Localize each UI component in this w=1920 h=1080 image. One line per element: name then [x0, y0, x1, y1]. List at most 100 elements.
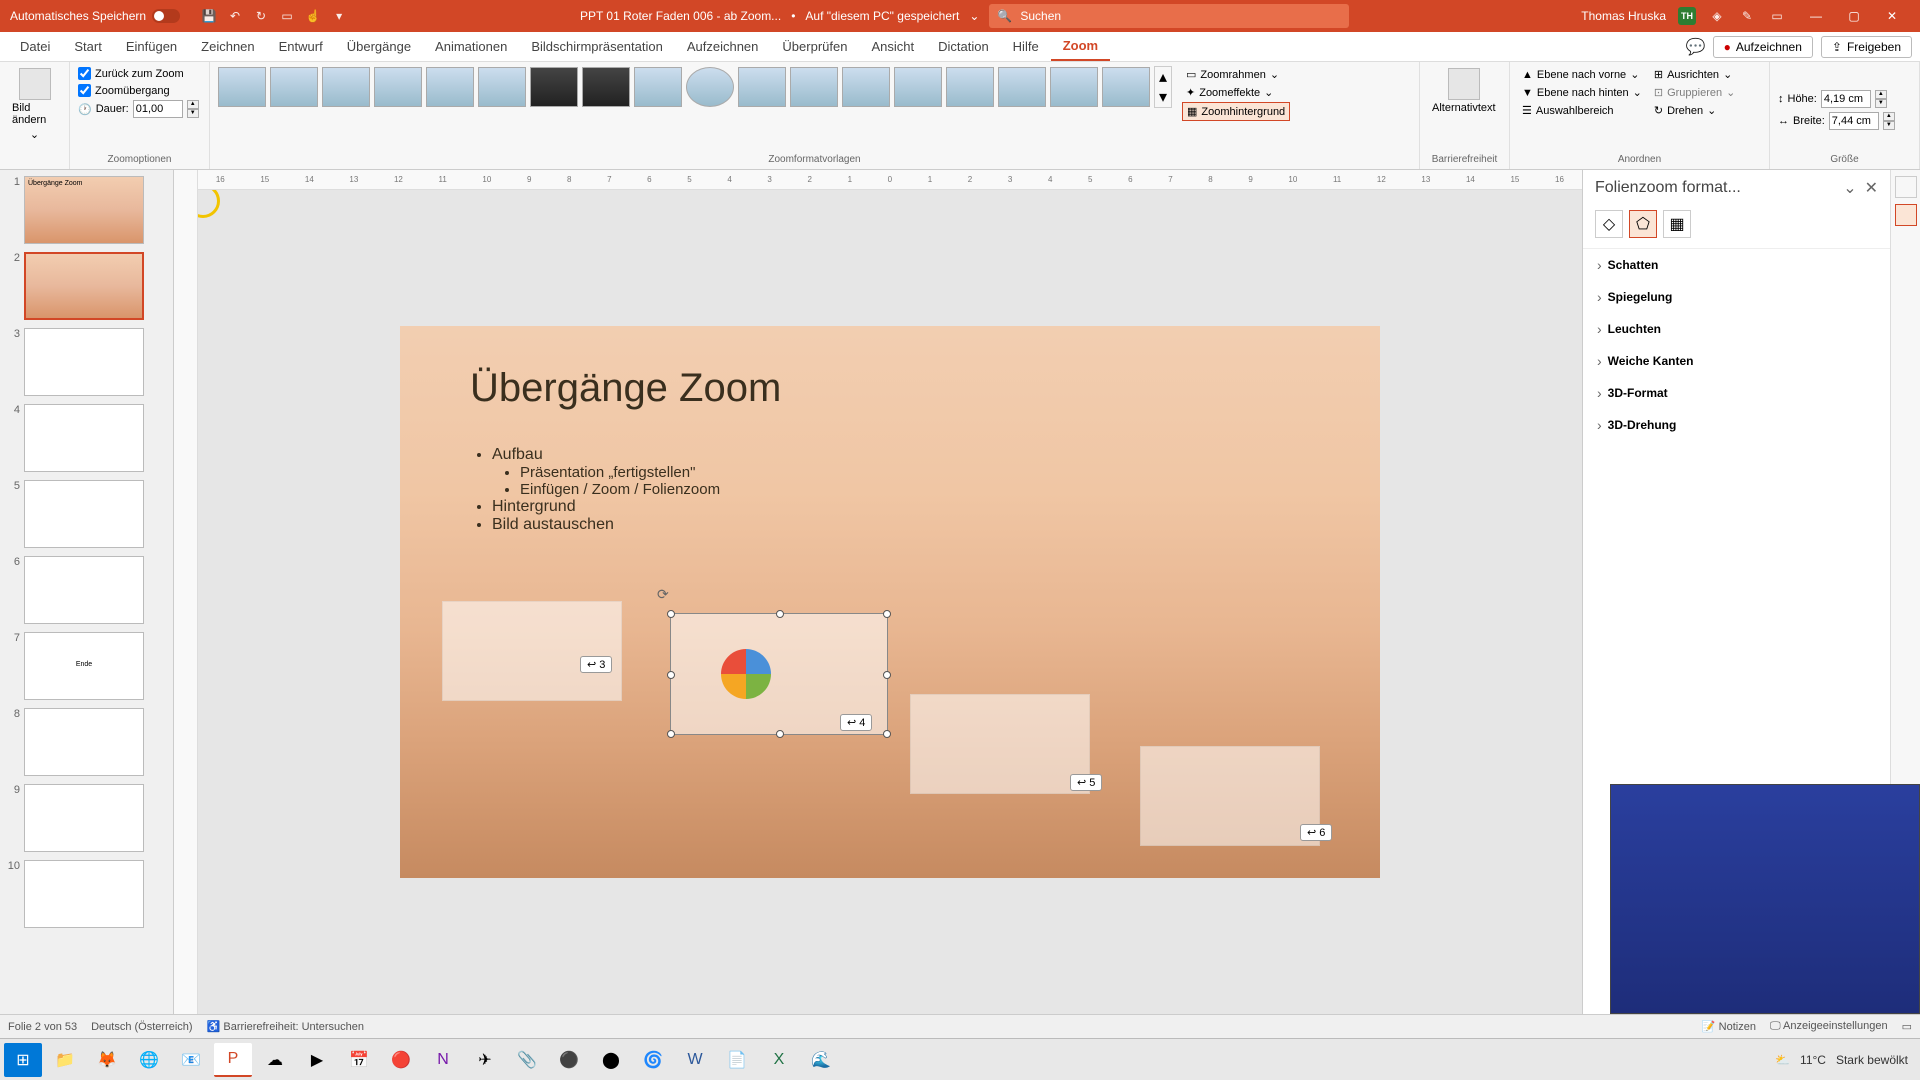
undo-icon[interactable]: ↶ — [226, 7, 244, 25]
status-slide-info[interactable]: Folie 2 von 53 — [8, 1021, 77, 1033]
tab-hilfe[interactable]: Hilfe — [1001, 32, 1051, 61]
selection-handle[interactable] — [883, 730, 891, 738]
height-up[interactable]: ▲ — [1875, 90, 1887, 99]
close-button[interactable]: ✕ — [1874, 2, 1910, 30]
return-to-zoom-checkbox[interactable]: Zurück zum Zoom — [78, 66, 184, 81]
user-avatar[interactable]: TH — [1678, 7, 1696, 25]
style-preset-2[interactable] — [270, 67, 318, 107]
coming-soon-icon[interactable]: ✎ — [1738, 7, 1756, 25]
height-input[interactable] — [1821, 90, 1871, 108]
width-down[interactable]: ▼ — [1883, 121, 1895, 130]
style-preset-13[interactable] — [842, 67, 890, 107]
pane-section-glow[interactable]: Leuchten — [1583, 313, 1890, 345]
pane-tab-fill[interactable]: ◇ — [1595, 210, 1623, 238]
comments-icon[interactable]: 💬 — [1687, 38, 1705, 56]
width-input[interactable] — [1829, 112, 1879, 130]
taskbar-app-4[interactable]: 📎 — [508, 1043, 546, 1077]
style-preset-10[interactable] — [686, 67, 734, 107]
selection-handle[interactable] — [883, 610, 891, 618]
pane-dropdown-icon[interactable]: ⌄ — [1843, 178, 1856, 198]
qat-more-icon[interactable]: ▾ — [330, 7, 348, 25]
tab-zoom[interactable]: Zoom — [1051, 32, 1110, 61]
thumb-2[interactable] — [24, 252, 144, 320]
thumb-8[interactable] — [24, 708, 144, 776]
taskbar-app-1[interactable]: ☁ — [256, 1043, 294, 1077]
taskbar-telegram[interactable]: ✈ — [466, 1043, 504, 1077]
pane-tab-size[interactable]: ▦ — [1663, 210, 1691, 238]
taskbar-powerpoint[interactable]: P — [214, 1043, 252, 1077]
rotation-handle-icon[interactable]: ⟳ — [657, 586, 669, 603]
zoom-slide-6[interactable] — [1140, 746, 1320, 846]
taskbar-onenote[interactable]: N — [424, 1043, 462, 1077]
thumb-9[interactable] — [24, 784, 144, 852]
taskbar-firefox[interactable]: 🦊 — [88, 1043, 126, 1077]
selection-handle[interactable] — [776, 610, 784, 618]
taskbar-app-3[interactable]: 🔴 — [382, 1043, 420, 1077]
tab-zeichnen[interactable]: Zeichnen — [189, 32, 266, 61]
send-backward-button[interactable]: ▼Ebene nach hinten⌄ — [1518, 84, 1646, 101]
slide-canvas[interactable]: Übergänge Zoom Aufbau Präsentation „fert… — [400, 326, 1380, 878]
zoom-frame-button[interactable]: ▭Zoomrahmen⌄ — [1182, 66, 1290, 83]
view-normal-icon[interactable]: ▭ — [1902, 1020, 1912, 1033]
taskbar-app-5[interactable]: ⬤ — [592, 1043, 630, 1077]
thumb-1[interactable]: Übergänge Zoom — [24, 176, 144, 244]
zoom-slide-5[interactable] — [910, 694, 1090, 794]
thumb-5[interactable] — [24, 480, 144, 548]
pane-section-reflection[interactable]: Spiegelung — [1583, 281, 1890, 313]
saved-chevron-icon[interactable]: ⌄ — [969, 9, 979, 23]
taskbar-word[interactable]: W — [676, 1043, 714, 1077]
slideshow-icon[interactable]: ▭ — [278, 7, 296, 25]
saved-location[interactable]: Auf "diesem PC" gespeichert — [805, 9, 959, 23]
pane-section-shadow[interactable]: Schatten — [1583, 249, 1890, 281]
style-preset-4[interactable] — [374, 67, 422, 107]
style-preset-12[interactable] — [790, 67, 838, 107]
tab-animationen[interactable]: Animationen — [423, 32, 519, 61]
slide-bullet-list[interactable]: Aufbau Präsentation „fertigstellen" Einf… — [470, 446, 720, 534]
tab-uebergaenge[interactable]: Übergänge — [335, 32, 423, 61]
pane-section-3drotation[interactable]: 3D-Drehung — [1583, 409, 1890, 441]
slide-title[interactable]: Übergänge Zoom — [470, 366, 781, 411]
style-preset-11[interactable] — [738, 67, 786, 107]
taskbar-explorer[interactable]: 📁 — [46, 1043, 84, 1077]
diamond-icon[interactable]: ◈ — [1708, 7, 1726, 25]
selection-handle[interactable] — [667, 730, 675, 738]
duration-up[interactable]: ▲ — [187, 100, 199, 109]
style-preset-3[interactable] — [322, 67, 370, 107]
zoom-slide-3[interactable] — [442, 601, 622, 701]
style-preset-14[interactable] — [894, 67, 942, 107]
username[interactable]: Thomas Hruska — [1581, 9, 1666, 23]
change-image-button[interactable]: Bild ändern⌄ — [8, 66, 61, 143]
taskbar-chrome[interactable]: 🌐 — [130, 1043, 168, 1077]
style-preset-1[interactable] — [218, 67, 266, 107]
taskbar-app-2[interactable]: 📅 — [340, 1043, 378, 1077]
style-preset-9[interactable] — [634, 67, 682, 107]
share-button[interactable]: ⇪Freigeben — [1821, 36, 1912, 58]
zoom-background-button[interactable]: ▦Zoomhintergrund — [1182, 102, 1290, 121]
weather-icon[interactable]: ⛅ — [1775, 1053, 1790, 1067]
pane-close-icon[interactable]: ✕ — [1865, 178, 1878, 198]
thumb-6[interactable] — [24, 556, 144, 624]
group-button[interactable]: ⊡Gruppieren⌄ — [1650, 84, 1739, 101]
duration-down[interactable]: ▼ — [187, 109, 199, 118]
pane-tab-effects[interactable]: ⬠ — [1629, 210, 1657, 238]
status-notes[interactable]: 📝 Notizen — [1702, 1020, 1756, 1033]
style-gallery-more[interactable]: ▴▾ — [1154, 66, 1172, 108]
style-preset-15[interactable] — [946, 67, 994, 107]
slide-thumbnail-panel[interactable]: 1Übergänge Zoom 2 3 4 5 6 7Ende 8 9 10 — [0, 170, 174, 1014]
tab-einfuegen[interactable]: Einfügen — [114, 32, 189, 61]
thumb-4[interactable] — [24, 404, 144, 472]
tab-entwurf[interactable]: Entwurf — [267, 32, 335, 61]
save-icon[interactable]: 💾 — [200, 7, 218, 25]
taskbar-excel[interactable]: X — [760, 1043, 798, 1077]
width-up[interactable]: ▲ — [1883, 112, 1895, 121]
tab-ansicht[interactable]: Ansicht — [859, 32, 926, 61]
ribbon-display-icon[interactable]: ▭ — [1768, 7, 1786, 25]
selection-handle[interactable] — [667, 671, 675, 679]
zoom-style-gallery[interactable]: ▴▾ — [218, 66, 1172, 108]
selection-pane-button[interactable]: ☰Auswahlbereich — [1518, 102, 1646, 119]
record-button[interactable]: ●Aufzeichnen — [1713, 36, 1813, 58]
taskbar-outlook[interactable]: 📧 — [172, 1043, 210, 1077]
thumb-10[interactable] — [24, 860, 144, 928]
tab-bildschirm[interactable]: Bildschirmpräsentation — [519, 32, 675, 61]
thumb-3[interactable] — [24, 328, 144, 396]
